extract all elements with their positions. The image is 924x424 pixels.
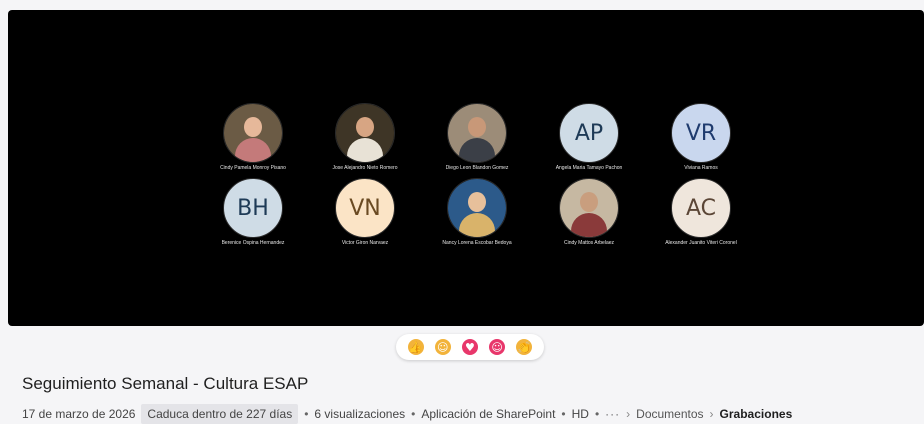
- participant-avatar: VN: [335, 178, 395, 238]
- participant-name: Diego Leon Blandon Gomez: [445, 165, 509, 171]
- reactions-bar: 👍 ☺ ♥ ☺ 👏: [396, 334, 544, 360]
- participant-avatar: [335, 103, 395, 163]
- participant-tile: Nancy Lorena Escobar Bedoya: [417, 178, 537, 246]
- quality-label[interactable]: HD: [572, 407, 589, 421]
- chevron-right-icon: ›: [626, 407, 631, 421]
- participant-avatar: [447, 103, 507, 163]
- participant-name: Alexander Juanito Viteri Coronel: [665, 240, 737, 246]
- participant-tile: VN Victor Giron Narvaez: [305, 178, 425, 246]
- participant-tile: VR Viviana Ramos: [641, 103, 761, 171]
- participant-avatar: VR: [671, 103, 731, 163]
- app-source: Aplicación de SharePoint: [421, 407, 556, 421]
- views-count: 6 visualizaciones: [314, 407, 406, 421]
- separator-dot: •: [304, 407, 309, 421]
- separator-dot: •: [594, 407, 600, 421]
- participant-avatar: AP: [559, 103, 619, 163]
- participant-name: Nancy Lorena Escobar Bedoya: [442, 240, 512, 246]
- participant-tile: Cindy Mattos Arbelaez: [529, 178, 649, 246]
- participant-name: Viviana Ramos: [684, 165, 718, 171]
- meeting-video-grid[interactable]: Cindy Pamela Monroy Pisano Jose Alejandro…: [8, 10, 924, 326]
- breadcrumb-grabaciones: Grabaciones: [719, 407, 793, 421]
- participant-tile: Diego Leon Blandon Gomez: [417, 103, 537, 171]
- participant-name: Cindy Pamela Monroy Pisano: [220, 165, 286, 171]
- breadcrumb-documentos[interactable]: Documentos: [636, 407, 703, 421]
- participant-name: Berenice Ospina Hernandez: [221, 240, 285, 246]
- participant-avatar: [559, 178, 619, 238]
- laugh-icon[interactable]: ☺: [434, 339, 451, 355]
- applause-icon[interactable]: 👏: [516, 339, 533, 355]
- participant-name: Victor Giron Narvaez: [341, 240, 389, 246]
- participant-tile: Jose Alejandro Nieto Romero: [305, 103, 425, 171]
- separator-dot: •: [561, 407, 566, 421]
- participant-name: Jose Alejandro Nieto Romero: [332, 165, 398, 171]
- page-title: Seguimiento Semanal - Cultura ESAP: [22, 374, 309, 393]
- participant-tile: Cindy Pamela Monroy Pisano: [193, 103, 313, 171]
- participant-tile: BH Berenice Ospina Hernandez: [193, 178, 313, 246]
- participant-name: Angela Maria Tamayo Pachon: [555, 165, 623, 171]
- chevron-right-icon: ›: [709, 407, 714, 421]
- surprised-icon[interactable]: ☺: [489, 339, 506, 355]
- participant-avatar: AC: [671, 178, 731, 238]
- more-options-button[interactable]: ···: [605, 407, 620, 421]
- participant-name: Cindy Mattos Arbelaez: [563, 240, 615, 246]
- meta-bar: 17 de marzo de 2026 Caduca dentro de 227…: [22, 404, 792, 424]
- participant-avatar: [223, 103, 283, 163]
- participant-tile: AP Angela Maria Tamayo Pachon: [529, 103, 649, 171]
- separator-dot: •: [411, 407, 416, 421]
- heart-icon[interactable]: ♥: [461, 339, 478, 355]
- participant-tile: AC Alexander Juanito Viteri Coronel: [641, 178, 761, 246]
- participant-avatar: [447, 178, 507, 238]
- expiry-badge[interactable]: Caduca dentro de 227 días: [141, 404, 299, 424]
- thumbs-up-icon[interactable]: 👍: [407, 339, 424, 355]
- participant-avatar: BH: [223, 178, 283, 238]
- recording-date: 17 de marzo de 2026: [22, 407, 136, 421]
